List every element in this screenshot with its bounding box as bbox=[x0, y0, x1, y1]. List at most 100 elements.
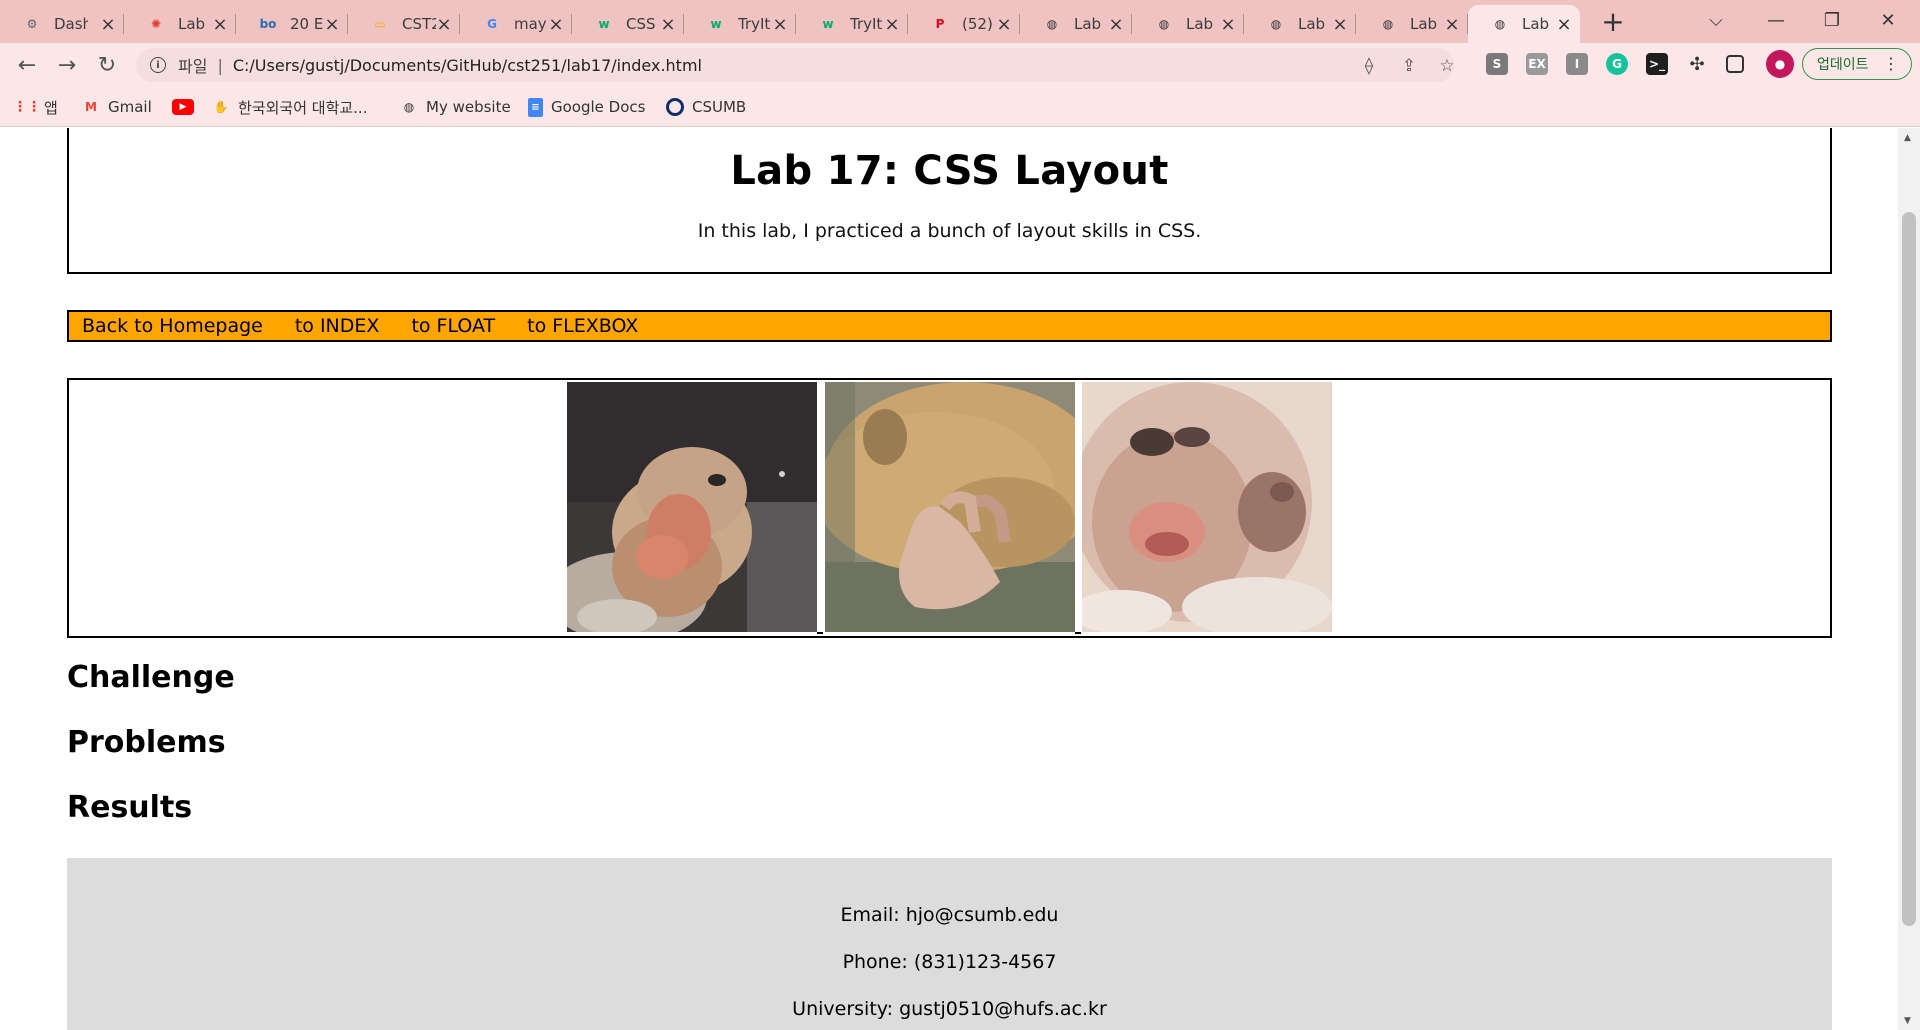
globe-icon: ◍ bbox=[1382, 17, 1394, 31]
close-tab-icon[interactable]: × bbox=[324, 14, 340, 35]
docs-icon: ≡ bbox=[528, 97, 543, 117]
side-panel-icon[interactable] bbox=[1726, 55, 1744, 73]
browser-tab[interactable]: bo 20 E × bbox=[236, 5, 348, 43]
forward-button[interactable]: → bbox=[52, 50, 82, 80]
photo-gallery bbox=[67, 378, 1832, 638]
bookmark-apps[interactable]: ⋮⋮ 앱 bbox=[13, 96, 58, 118]
extension-i-icon[interactable]: I bbox=[1566, 53, 1588, 75]
dashboard-icon: ⚙ bbox=[26, 17, 38, 31]
close-tab-icon[interactable]: × bbox=[436, 14, 452, 35]
pinterest-icon: P bbox=[935, 17, 945, 31]
globe-icon: ◍ bbox=[1270, 17, 1282, 31]
extension-ex-icon[interactable]: EX bbox=[1526, 53, 1548, 75]
close-tab-icon[interactable]: × bbox=[1332, 14, 1348, 35]
extension-s-icon[interactable]: S bbox=[1486, 53, 1508, 75]
globe-icon: ◍ bbox=[1046, 17, 1058, 31]
tab-title: Dash bbox=[54, 15, 88, 33]
tab-title: CST2 bbox=[402, 15, 436, 33]
extensions-puzzle-icon[interactable]: ✣ bbox=[1686, 53, 1708, 75]
address-separator: | bbox=[217, 55, 223, 75]
bookmark-csumb[interactable]: CSUMB bbox=[666, 96, 746, 118]
close-tab-icon[interactable]: × bbox=[212, 14, 228, 35]
bookmark-label: 한국외국어 대학교... bbox=[238, 98, 368, 117]
slides-icon: ▭ bbox=[374, 17, 386, 31]
canvas-icon: ✺ bbox=[150, 17, 162, 31]
browser-tab[interactable]: ◍ Lab × bbox=[1244, 5, 1356, 43]
nav-link-flexbox[interactable]: to FLEXBOX bbox=[527, 315, 638, 337]
scrollbar-thumb[interactable] bbox=[1902, 212, 1916, 926]
page-scrollbar[interactable]: ▲ ▼ bbox=[1898, 128, 1920, 1030]
share-icon[interactable]: ⇪ bbox=[1398, 55, 1420, 77]
browser-toolbar: ← → ↻ i 파일 | C:/Users/gustj/Documents/Gi… bbox=[0, 43, 1920, 87]
browser-tab[interactable]: w CSS × bbox=[572, 5, 684, 43]
profile-avatar[interactable]: ● bbox=[1766, 50, 1794, 78]
tab-strip: ⚙ Dash × ✺ Lab × bo 20 E × ▭ CST2 × Gmay × w CSS × w TryIt… bbox=[0, 0, 1920, 43]
tab-title: Lab bbox=[1522, 15, 1550, 33]
globe-icon: ◍ bbox=[1158, 17, 1170, 31]
close-tab-icon[interactable]: × bbox=[100, 14, 116, 35]
close-tab-icon[interactable]: × bbox=[1556, 14, 1572, 35]
menu-dots-icon[interactable]: ⋮ bbox=[1883, 54, 1899, 73]
back-button[interactable]: ← bbox=[12, 50, 42, 80]
browser-tab[interactable]: ◍ Lab × bbox=[1468, 5, 1580, 43]
browser-tab[interactable]: Gmay × bbox=[460, 5, 572, 43]
scroll-down-arrow-icon[interactable]: ▼ bbox=[1904, 1016, 1911, 1026]
bookmark-hufs[interactable]: ✋ 한국외국어 대학교... bbox=[212, 96, 368, 118]
browser-tab[interactable]: ◍ Lab × bbox=[1132, 5, 1244, 43]
duck-photo bbox=[567, 382, 817, 632]
terminal-extension-icon[interactable]: >_ bbox=[1646, 53, 1668, 75]
monkey-photo bbox=[1082, 382, 1332, 632]
tab-title: Lab bbox=[1410, 15, 1438, 33]
hamster-photo bbox=[825, 382, 1075, 632]
tab-search-chevron-icon[interactable]: ⌵ bbox=[1688, 0, 1744, 40]
site-info-icon[interactable]: i bbox=[150, 57, 166, 73]
bookmarks-bar: ⋮⋮ 앱 M Gmail ▶ ✋ 한국외국어 대학교... ◍ My websi… bbox=[0, 87, 1920, 127]
nav-link-homepage[interactable]: Back to Homepage bbox=[82, 315, 263, 337]
bookmark-google-docs[interactable]: ≡ Google Docs bbox=[528, 96, 645, 118]
close-tab-icon[interactable]: × bbox=[660, 14, 676, 35]
page-intro: In this lab, I practiced a bunch of layo… bbox=[697, 220, 1202, 242]
bookmark-my-website[interactable]: ◍ My website bbox=[400, 96, 511, 118]
page-footer: Email: hjo@csumb.edu Phone: (831)123-456… bbox=[67, 858, 1832, 1030]
gmail-icon: M bbox=[85, 100, 97, 114]
browser-tab[interactable]: ⚙ Dash × bbox=[0, 5, 124, 43]
close-tab-icon[interactable]: × bbox=[996, 14, 1012, 35]
browser-tab[interactable]: P (52) × bbox=[908, 5, 1020, 43]
browser-tab[interactable]: ✺ Lab × bbox=[124, 5, 236, 43]
browser-tab[interactable]: ◍ Lab × bbox=[1356, 5, 1468, 43]
heading-challenge: Challenge bbox=[67, 660, 235, 695]
update-button[interactable]: 업데이트 ⋮ bbox=[1802, 48, 1912, 80]
close-tab-icon[interactable]: × bbox=[1108, 14, 1124, 35]
close-tab-icon[interactable]: × bbox=[1220, 14, 1236, 35]
restore-button[interactable]: ❐ bbox=[1804, 0, 1860, 40]
update-label: 업데이트 bbox=[1817, 57, 1869, 73]
close-tab-icon[interactable]: × bbox=[772, 14, 788, 35]
close-tab-icon[interactable]: × bbox=[1444, 14, 1460, 35]
nav-link-index[interactable]: to INDEX bbox=[295, 315, 380, 337]
address-url[interactable]: C:/Users/gustj/Documents/GitHub/cst251/l… bbox=[233, 56, 702, 75]
close-tab-icon[interactable]: × bbox=[884, 14, 900, 35]
browser-tab[interactable]: w TryIt × bbox=[684, 5, 796, 43]
grammarly-icon[interactable]: G bbox=[1606, 53, 1628, 75]
browser-tab[interactable]: ▭ CST2 × bbox=[348, 5, 460, 43]
bookmark-star-icon[interactable]: ☆ bbox=[1436, 55, 1458, 77]
tab-title: Lab bbox=[1298, 15, 1326, 33]
browser-tab[interactable]: ◍ Lab × bbox=[1020, 5, 1132, 43]
new-tab-button[interactable]: + bbox=[1596, 6, 1630, 40]
scroll-up-arrow-icon[interactable]: ▲ bbox=[1904, 133, 1911, 143]
translate-icon[interactable]: ⟠ bbox=[1358, 55, 1380, 77]
tab-title: Lab bbox=[1074, 15, 1102, 33]
address-bar[interactable]: i 파일 | C:/Users/gustj/Documents/GitHub/c… bbox=[136, 48, 1455, 82]
footer-university: University: gustj0510@hufs.ac.kr bbox=[792, 998, 1107, 1020]
minimize-button[interactable]: — bbox=[1748, 0, 1804, 40]
close-tab-icon[interactable]: × bbox=[548, 14, 564, 35]
browser-tab[interactable]: w TryIt × bbox=[796, 5, 908, 43]
bookmark-gmail[interactable]: M Gmail bbox=[82, 96, 152, 118]
bookmark-youtube[interactable]: ▶ bbox=[172, 96, 202, 118]
bookmark-label: Google Docs bbox=[551, 98, 646, 116]
reload-button[interactable]: ↻ bbox=[92, 50, 122, 80]
link-underline bbox=[1075, 632, 1081, 634]
close-window-button[interactable]: ✕ bbox=[1860, 0, 1916, 40]
page-navbar: Back to Homepage to INDEX to FLOAT to FL… bbox=[67, 310, 1832, 342]
nav-link-float[interactable]: to FLOAT bbox=[411, 315, 495, 337]
